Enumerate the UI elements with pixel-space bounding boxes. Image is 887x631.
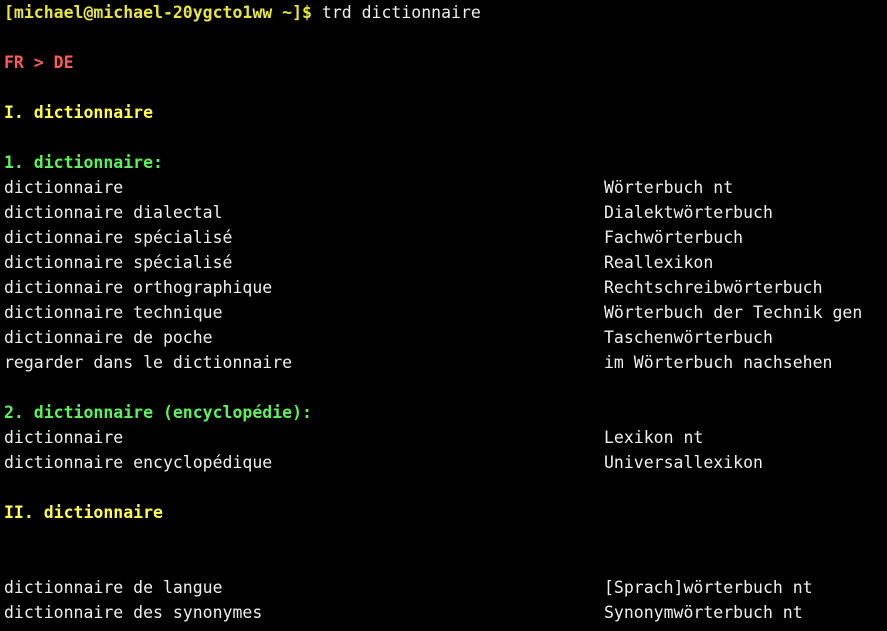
german-term: Universallexikon [604,453,763,472]
translation-row: regarder dans le dictionnaire im Wörterb… [4,350,887,375]
translation-row: dictionnaire dialectal Dialektwörterbuch [4,200,887,225]
sense-title: 1. dictionnaire: [4,153,163,172]
french-term: dictionnaire de poche [4,328,213,347]
language-pair-label: FR > DE [4,53,74,72]
translation-row: dictionnaire de langue [Sprach]wörterbuc… [4,575,887,600]
translation-row: dictionnaire des synonymes Synonymwörter… [4,600,887,625]
prompt-line: [michael@michael-20ygcto1ww ~]$ trd dict… [4,0,887,25]
german-term: Lexikon nt [604,428,704,447]
french-term: dictionnaire spécialisé [4,228,233,247]
french-term: dictionnaire spécialisé [4,253,233,272]
german-term: Synonymwörterbuch nt [604,603,803,622]
section-title: II. dictionnaire [4,503,163,522]
french-term: dictionnaire encyclopédique [4,453,273,472]
section-heading: II. dictionnaire [4,500,887,525]
french-term: dictionnaire orthographique [4,278,273,297]
german-term: [Sprach]wörterbuch nt [604,578,813,597]
french-term: dictionnaire de langue [4,578,223,597]
language-pair: FR > DE [4,50,887,75]
section-heading: I. dictionnaire [4,100,887,125]
french-term: dictionnaire [4,428,124,447]
german-term: im Wörterbuch nachsehen [604,353,833,372]
translation-row: dictionnaire Lexikon nt [4,425,887,450]
translation-row: dictionnaire de poche Taschenwörterbuch [4,325,887,350]
german-term: Rechtschreibwörterbuch [604,278,823,297]
prompt-user-host: [michael@michael-20ygcto1ww ~]$ [4,3,312,22]
translation-row: dictionnaire Wörterbuch nt [4,175,887,200]
sense-heading: 1. dictionnaire: [4,150,887,175]
french-term: dictionnaire technique [4,303,223,322]
german-term: Wörterbuch der Technik gen [604,303,863,322]
german-term: Reallexikon [604,253,714,272]
french-term: regarder dans le dictionnaire [4,353,293,372]
sense-title: 2. dictionnaire (encyclopédie): [4,403,312,422]
translation-row: dictionnaire spécialisé Reallexikon [4,250,887,275]
terminal-window[interactable]: [michael@michael-20ygcto1ww ~]$ trd dict… [0,0,887,631]
translation-row: dictionnaire spécialisé Fachwörterbuch [4,225,887,250]
translation-row: dictionnaire technique Wörterbuch der Te… [4,300,887,325]
translation-row: dictionnaire encyclopédique Universallex… [4,450,887,475]
section-title: I. dictionnaire [4,103,154,122]
french-term: dictionnaire dialectal [4,203,223,222]
translation-row: dictionnaire orthographique Rechtschreib… [4,275,887,300]
prompt-command: trd dictionnaire [321,3,481,22]
german-term: Wörterbuch nt [604,178,734,197]
german-term: Fachwörterbuch [604,228,744,247]
french-term: dictionnaire des synonymes [4,603,263,622]
german-term: Dialektwörterbuch [604,203,773,222]
french-term: dictionnaire [4,178,124,197]
german-term: Taschenwörterbuch [604,328,773,347]
sense-heading: 2. dictionnaire (encyclopédie): [4,400,887,425]
